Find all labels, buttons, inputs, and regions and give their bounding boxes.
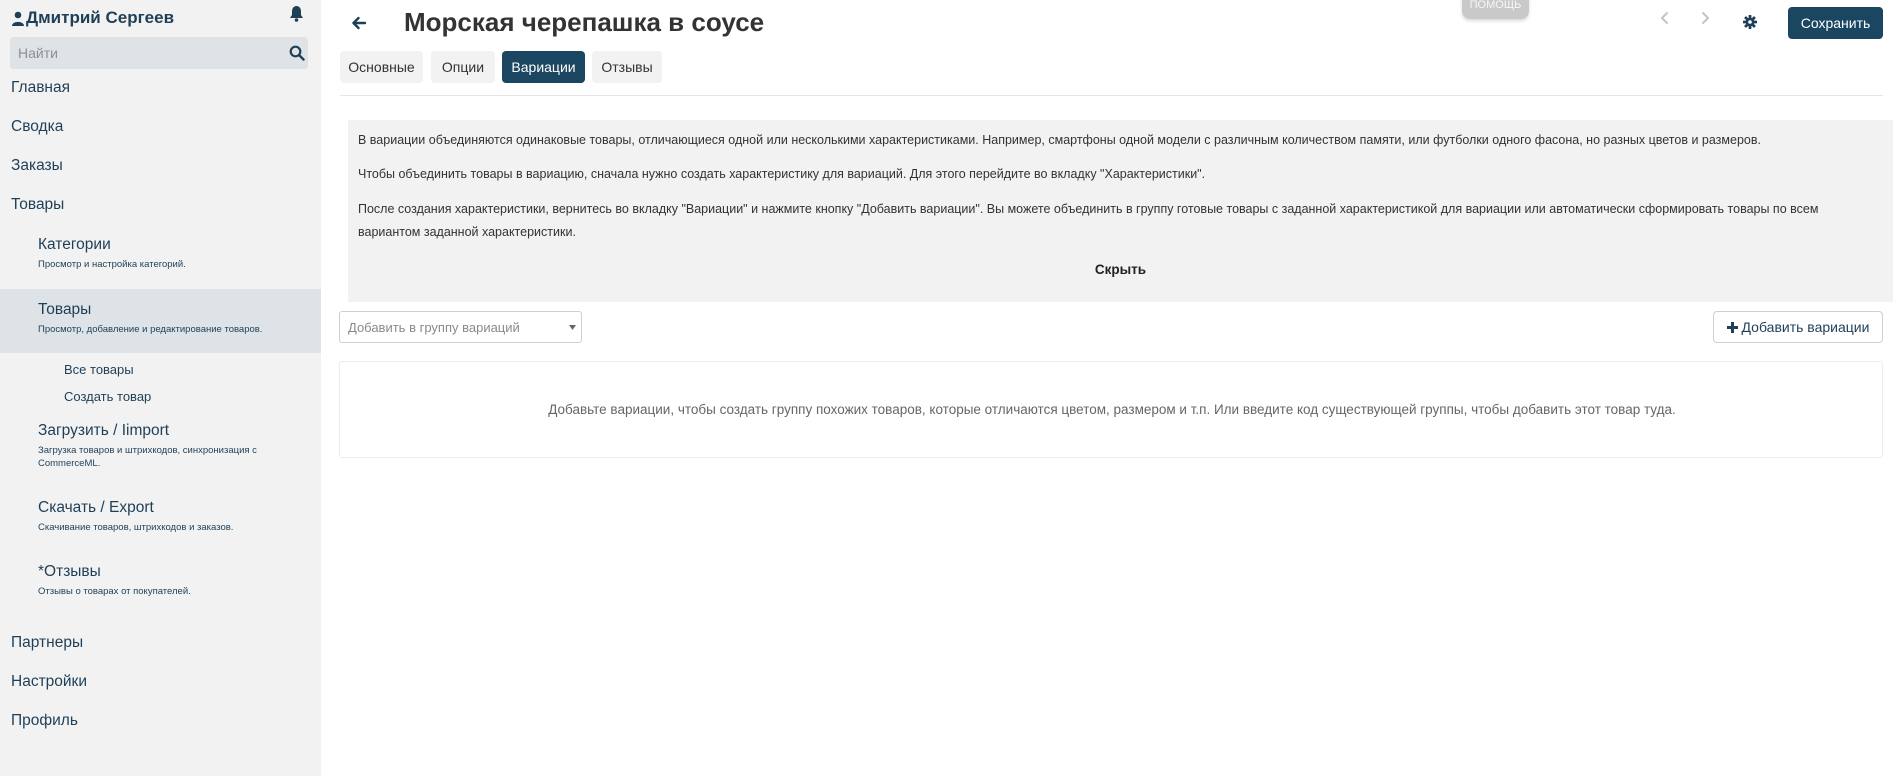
sidebar-item-export[interactable]: Скачать / Export Скачивание товаров, штр… <box>0 499 321 539</box>
sidebar-item-partners[interactable]: Партнеры <box>11 634 83 652</box>
plus-icon <box>1726 321 1738 333</box>
tab-reviews[interactable]: Отзывы <box>592 51 662 83</box>
tabs-divider <box>340 95 1883 96</box>
gear-icon[interactable] <box>1743 15 1757 29</box>
sidebar-item-label: Скачать / Export <box>38 499 154 516</box>
sidebar-item-label: Товары <box>38 301 92 318</box>
tab-options[interactable]: Опции <box>431 51 495 83</box>
sidebar-item-create-product[interactable]: Создать товар <box>64 389 151 404</box>
help-button[interactable]: ПОМОЩЬ <box>1462 0 1529 19</box>
sidebar-item-categories[interactable]: Категории Просмотр и настройка категорий… <box>0 236 321 276</box>
info-paragraph-3: После создания характеристики, вернитесь… <box>358 202 1819 239</box>
page-title: Морская черепашка в соусе <box>404 7 765 37</box>
sidebar-item-goods[interactable]: Товары Просмотр, добавление и редактиров… <box>0 289 321 353</box>
tab-variations[interactable]: Вариации <box>502 51 585 83</box>
variation-group-placeholder: Добавить в группу вариаций <box>348 320 520 335</box>
sidebar-item-label: Загрузить / Iimport <box>38 422 170 439</box>
search-input[interactable] <box>10 37 270 69</box>
sidebar: Дмитрий Сергеев Главная Сводка Заказы То… <box>0 0 321 776</box>
sidebar-item-desc: Отзывы о товарах от покупателей. <box>38 586 191 597</box>
user-row: Дмитрий Сергеев <box>0 0 321 36</box>
user-icon <box>12 11 24 26</box>
search-box <box>10 37 308 69</box>
sidebar-item-orders[interactable]: Заказы <box>11 157 63 175</box>
info-paragraph-2: Чтобы объединить товары в вариацию, снач… <box>358 167 1206 181</box>
sidebar-item-settings[interactable]: Настройки <box>11 673 87 691</box>
sidebar-item-reviews[interactable]: *Отзывы Отзывы о товарах от покупателей. <box>0 563 321 603</box>
user-name: Дмитрий Сергеев <box>26 8 175 27</box>
hide-info-link[interactable]: Скрыть <box>348 262 1893 277</box>
sidebar-item-main[interactable]: Главная <box>11 79 70 97</box>
sidebar-item-products[interactable]: Товары <box>11 196 64 214</box>
add-variations-button[interactable]: Добавить вариации <box>1713 311 1883 343</box>
sidebar-item-label: *Отзывы <box>38 563 101 580</box>
sidebar-item-label: Категории <box>38 236 111 253</box>
save-button[interactable]: Сохранить <box>1788 7 1883 39</box>
caret-down-icon <box>569 325 576 330</box>
sidebar-item-desc: Загрузка товаров и штрихкодов, синхрониз… <box>38 445 257 469</box>
sidebar-item-import[interactable]: Загрузить / Iimport Загрузка товаров и ш… <box>0 422 321 472</box>
chevron-left-icon[interactable] <box>1658 10 1672 26</box>
sidebar-item-desc: Просмотр и настройка категорий. <box>38 259 186 270</box>
sidebar-item-profile[interactable]: Профиль <box>11 712 78 730</box>
variation-group-select[interactable]: Добавить в группу вариаций <box>339 311 582 343</box>
empty-state-text: Добавьте вариации, чтобы создать группу … <box>548 402 1676 417</box>
search-icon[interactable] <box>289 45 305 61</box>
bell-icon[interactable] <box>289 5 304 22</box>
sidebar-item-desc: Просмотр, добавление и редактирование то… <box>38 324 263 335</box>
sidebar-item-all-products[interactable]: Все товары <box>64 362 134 377</box>
sidebar-item-desc: Скачивание товаров, штрихкодов и заказов… <box>38 522 234 533</box>
user-menu[interactable]: Дмитрий Сергеев <box>12 8 174 28</box>
info-panel: В вариации объединяются одинаковые товар… <box>348 120 1893 302</box>
back-arrow-icon[interactable] <box>351 15 367 31</box>
chevron-right-icon[interactable] <box>1698 10 1712 26</box>
add-variations-label: Добавить вариации <box>1741 319 1870 335</box>
sidebar-item-summary[interactable]: Сводка <box>11 118 63 136</box>
app-window: Дмитрий Сергеев Главная Сводка Заказы То… <box>0 0 1899 776</box>
variations-empty-state: Добавьте вариации, чтобы создать группу … <box>339 361 1883 458</box>
tab-main[interactable]: Основные <box>340 51 423 83</box>
info-paragraph-1: В вариации объединяются одинаковые товар… <box>358 133 1761 147</box>
